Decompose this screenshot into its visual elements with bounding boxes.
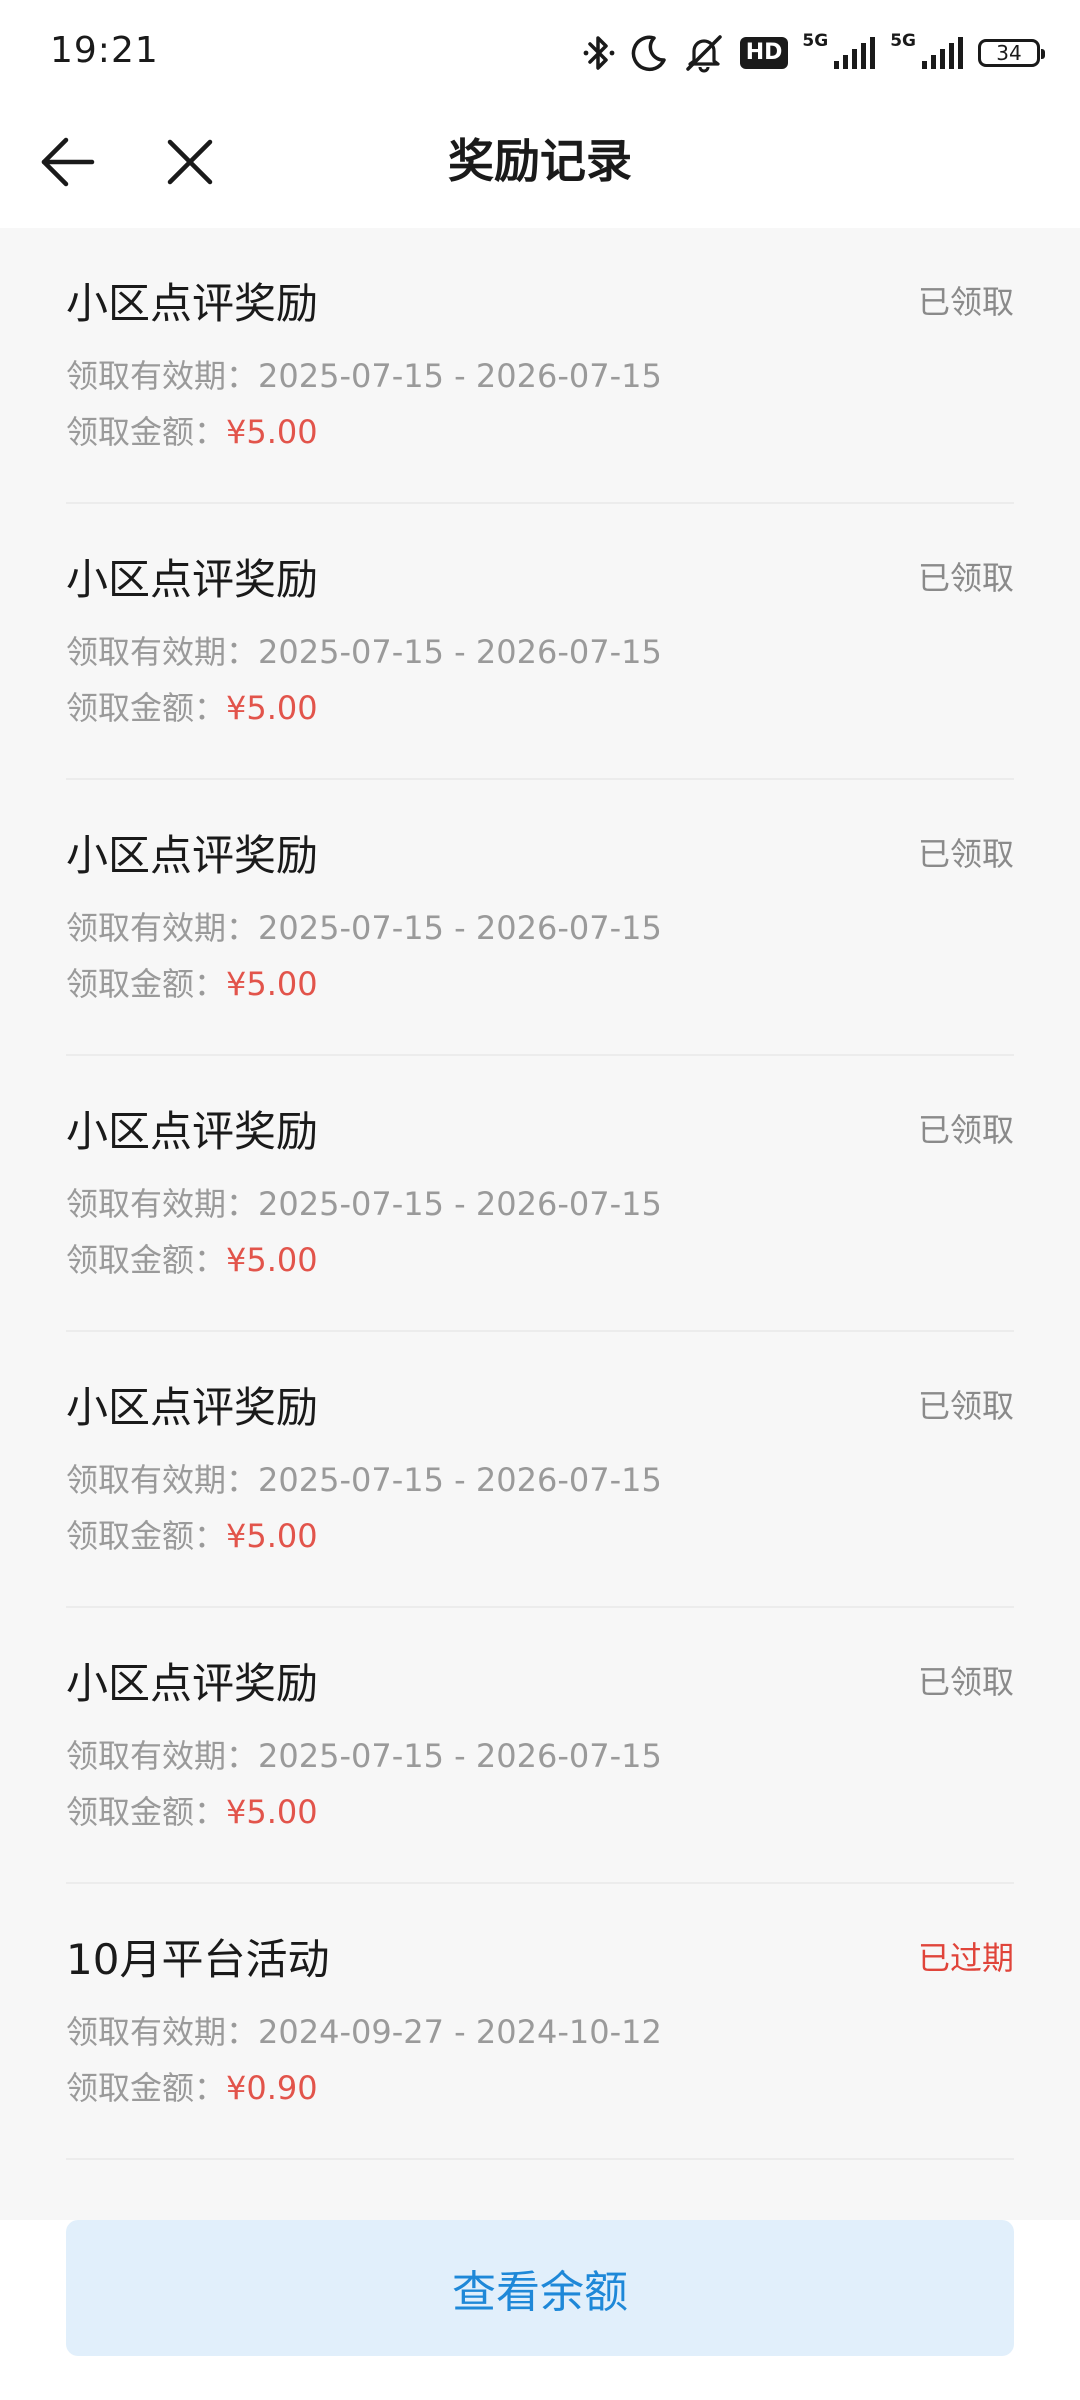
amount-label: 领取金额： — [66, 1793, 227, 1831]
record-validity: 领取有效期：2025-07-15 - 2026-07-15 — [66, 630, 662, 674]
record-validity: 领取有效期：2025-07-15 - 2026-07-15 — [66, 1182, 662, 1226]
nav-bar: 奖励记录 — [0, 100, 1080, 228]
amount-label: 领取金额： — [66, 1241, 227, 1279]
moon-icon — [630, 33, 668, 73]
amount-value: ¥5.00 — [226, 689, 318, 727]
validity-value: 2025-07-15 - 2026-07-15 — [258, 1737, 662, 1775]
record-title: 小区点评奖励 — [66, 1383, 319, 1432]
status-badge: 已领取 — [917, 559, 1014, 597]
signal-icon — [920, 35, 964, 71]
status-badge: 已过期 — [917, 1939, 1014, 1977]
view-balance-button[interactable]: 查看余额 — [66, 2220, 1014, 2356]
validity-label: 领取有效期： — [66, 1461, 259, 1499]
validity-label: 领取有效期： — [66, 357, 259, 395]
record-title: 小区点评奖励 — [66, 1107, 319, 1156]
validity-value: 2025-07-15 - 2026-07-15 — [258, 1461, 662, 1499]
amount-label: 领取金额： — [66, 965, 227, 1003]
record-amount-line: 领取金额：¥5.00 — [66, 1790, 318, 1834]
record-validity: 领取有效期：2025-07-15 - 2026-07-15 — [66, 1734, 662, 1778]
status-badge: 已领取 — [917, 1663, 1014, 1701]
amount-value: ¥5.00 — [226, 1793, 318, 1831]
status-badge: 已领取 — [917, 1111, 1014, 1149]
record-validity: 领取有效期：2025-07-15 - 2026-07-15 — [66, 354, 662, 398]
list-item[interactable]: 10月平台活动 已过期 领取有效期：2024-09-27 - 2024-10-1… — [66, 1884, 1014, 2160]
record-amount-line: 领取金额：¥5.00 — [66, 1514, 318, 1558]
validity-value: 2025-07-15 - 2026-07-15 — [258, 357, 662, 395]
validity-value: 2025-07-15 - 2026-07-15 — [258, 909, 662, 947]
status-badge: 已领取 — [917, 1387, 1014, 1425]
hd-icon: HD — [739, 37, 789, 69]
list-item[interactable]: 小区点评奖励 已领取 领取有效期：2025-07-15 - 2026-07-15… — [66, 780, 1014, 1056]
reward-record-list: 小区点评奖励 已领取 领取有效期：2025-07-15 - 2026-07-15… — [0, 228, 1080, 2160]
list-item[interactable]: 小区点评奖励 已领取 领取有效期：2025-07-15 - 2026-07-15… — [66, 1056, 1014, 1332]
status-bar: 19:21 HD 5G 5G 34 — [0, 0, 1080, 100]
amount-label: 领取金额： — [66, 1517, 227, 1555]
record-validity: 领取有效期：2025-07-15 - 2026-07-15 — [66, 1458, 662, 1502]
amount-label: 领取金额： — [66, 413, 227, 451]
amount-value: ¥5.00 — [226, 413, 318, 451]
validity-value: 2025-07-15 - 2026-07-15 — [258, 1185, 662, 1223]
list-item[interactable]: 小区点评奖励 已领取 领取有效期：2025-07-15 - 2026-07-15… — [66, 228, 1014, 504]
record-amount-line: 领取金额：¥5.00 — [66, 962, 318, 1006]
record-title: 10月平台活动 — [66, 1935, 330, 1984]
list-item[interactable]: 小区点评奖励 已领取 领取有效期：2025-07-15 - 2026-07-15… — [66, 1608, 1014, 1884]
status-badge: 已领取 — [917, 283, 1014, 321]
list-item[interactable]: 小区点评奖励 已领取 领取有效期：2025-07-15 - 2026-07-15… — [66, 1332, 1014, 1608]
validity-label: 领取有效期： — [66, 633, 259, 671]
page-title: 奖励记录 — [448, 134, 632, 188]
record-title: 小区点评奖励 — [66, 279, 319, 328]
amount-value: ¥5.00 — [226, 965, 318, 1003]
signal-icon — [832, 35, 876, 71]
validity-label: 领取有效期： — [66, 1185, 259, 1223]
record-amount-line: 领取金额：¥0.90 — [66, 2066, 318, 2110]
record-validity: 领取有效期：2025-07-15 - 2026-07-15 — [66, 906, 662, 950]
amount-label: 领取金额： — [66, 2069, 227, 2107]
network-label-1: 5G — [802, 31, 829, 51]
amount-value: ¥0.90 — [226, 2069, 318, 2107]
amount-value: ¥5.00 — [226, 1241, 318, 1279]
status-time: 19:21 — [50, 30, 159, 71]
record-validity: 领取有效期：2024-09-27 - 2024-10-12 — [66, 2010, 662, 2054]
mute-icon — [682, 33, 726, 73]
validity-value: 2024-09-27 - 2024-10-12 — [258, 2013, 662, 2051]
network-label-2: 5G — [890, 31, 916, 51]
status-icons: HD 5G 5G 34 — [582, 28, 1045, 78]
record-amount-line: 领取金额：¥5.00 — [66, 410, 318, 454]
validity-label: 领取有效期： — [66, 1737, 259, 1775]
status-badge: 已领取 — [917, 835, 1014, 873]
validity-label: 领取有效期： — [66, 909, 259, 947]
record-title: 小区点评奖励 — [66, 555, 319, 604]
amount-value: ¥5.00 — [226, 1517, 318, 1555]
record-title: 小区点评奖励 — [66, 831, 319, 880]
bluetooth-icon — [582, 33, 616, 73]
record-amount-line: 领取金额：¥5.00 — [66, 686, 318, 730]
battery-icon: 34 — [978, 39, 1045, 67]
bottom-bar: 查看余额 — [0, 2220, 1080, 2400]
validity-value: 2025-07-15 - 2026-07-15 — [258, 633, 662, 671]
validity-label: 领取有效期： — [66, 2013, 259, 2051]
record-title: 小区点评奖励 — [66, 1659, 319, 1708]
record-amount-line: 领取金额：¥5.00 — [66, 1238, 318, 1282]
amount-label: 领取金额： — [66, 689, 227, 727]
list-item[interactable]: 小区点评奖励 已领取 领取有效期：2025-07-15 - 2026-07-15… — [66, 504, 1014, 780]
